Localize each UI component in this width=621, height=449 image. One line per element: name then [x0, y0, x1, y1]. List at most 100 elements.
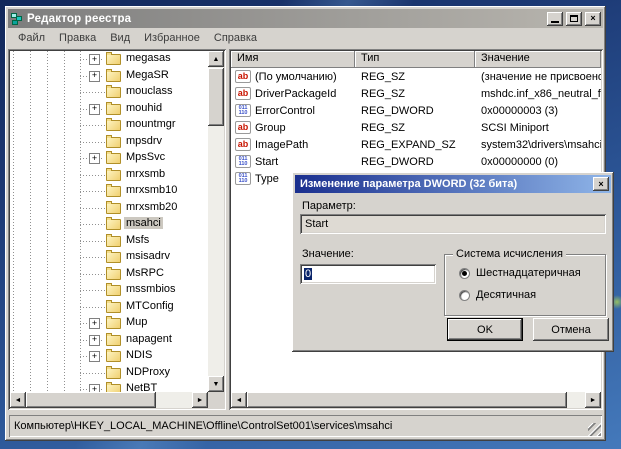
tree-item-label[interactable]: megasas	[124, 52, 173, 64]
tree-item-label[interactable]: msahci	[124, 217, 163, 229]
tree-item[interactable]: mrxsmb10	[10, 183, 208, 200]
tree-item-label[interactable]: mrxsmb10	[124, 184, 179, 196]
radio-unchecked-icon[interactable]	[459, 290, 470, 301]
menu-file[interactable]: Файл	[11, 31, 52, 45]
tree-vscroll-thumb[interactable]	[208, 68, 224, 126]
tree-item-label[interactable]: mssmbios	[124, 283, 178, 295]
scroll-left-icon[interactable]: ◄	[10, 392, 26, 408]
expand-plus-icon[interactable]	[89, 351, 100, 362]
cancel-button[interactable]: Отмена	[533, 318, 609, 341]
reg-dword-icon	[235, 172, 251, 185]
registry-value-row[interactable]: Start REG_DWORD 0x00000000 (0)	[231, 153, 601, 170]
tree-vertical-scrollbar[interactable]: ▲ ▼	[208, 51, 224, 392]
menu-favorites[interactable]: Избранное	[137, 31, 207, 45]
tree-item[interactable]: Msfs	[10, 233, 208, 250]
column-header-value[interactable]: Значение	[475, 51, 601, 68]
registry-value-row[interactable]: (По умолчанию) REG_SZ (значение не присв…	[231, 68, 601, 85]
tree-item-label[interactable]: NDIS	[124, 349, 154, 361]
scroll-left-icon[interactable]: ◄	[231, 392, 247, 408]
scroll-down-icon[interactable]: ▼	[208, 376, 224, 392]
registry-value-row[interactable]: DriverPackageId REG_SZ mshdc.inf_x86_neu…	[231, 85, 601, 102]
tree-item[interactable]: NDIS	[10, 348, 208, 365]
value-type: REG_DWORD	[355, 156, 475, 168]
tree-item-label[interactable]: Msfs	[124, 234, 151, 246]
list-horizontal-scrollbar[interactable]: ◄ ►	[231, 392, 601, 408]
expand-plus-icon[interactable]	[89, 104, 100, 115]
radio-checked-icon[interactable]	[459, 268, 470, 279]
menu-edit[interactable]: Правка	[52, 31, 103, 45]
tree-item[interactable]: MegaSR	[10, 68, 208, 85]
registry-value-row[interactable]: Group REG_SZ SCSI Miniport	[231, 119, 601, 136]
close-button[interactable]: ×	[585, 12, 601, 26]
minimize-icon	[551, 21, 559, 23]
tree-item[interactable]: mouhid	[10, 101, 208, 118]
tree-item[interactable]: MTConfig	[10, 299, 208, 316]
tree-item-label[interactable]: napagent	[124, 333, 174, 345]
scroll-right-icon[interactable]: ►	[585, 392, 601, 408]
column-header-type[interactable]: Тип	[355, 51, 475, 68]
tree-item[interactable]: NDProxy	[10, 365, 208, 382]
expand-plus-icon[interactable]	[89, 54, 100, 65]
tree-item[interactable]: megasas	[10, 51, 208, 68]
maximize-button[interactable]	[566, 12, 582, 26]
tree-item[interactable]: msahci	[10, 216, 208, 233]
tree-item-label[interactable]: mrxsmb20	[124, 201, 179, 213]
scrollbar-corner	[208, 392, 224, 408]
value-data: mshdc.inf_x86_neutral_fa	[475, 88, 601, 100]
tree-item-label[interactable]: mrxsmb	[124, 168, 167, 180]
scroll-right-icon[interactable]: ►	[192, 392, 208, 408]
radio-decimal[interactable]: Десятичная	[459, 289, 536, 301]
tree-item[interactable]: msisadrv	[10, 249, 208, 266]
tree-item[interactable]: mrxsmb	[10, 167, 208, 184]
expand-plus-icon[interactable]	[89, 71, 100, 82]
tree-item[interactable]: napagent	[10, 332, 208, 349]
dialog-close-button[interactable]: ×	[593, 177, 609, 191]
list-hscroll-thumb[interactable]	[247, 392, 567, 408]
tree-item[interactable]: MpsSvc	[10, 150, 208, 167]
registry-value-row[interactable]: ErrorControl REG_DWORD 0x00000003 (3)	[231, 102, 601, 119]
expand-plus-icon[interactable]	[89, 153, 100, 164]
tree-item[interactable]: Mup	[10, 315, 208, 332]
tree-item-label[interactable]: NDProxy	[124, 366, 172, 378]
ok-button[interactable]: OK	[447, 318, 523, 341]
tree-item-label[interactable]: MTConfig	[124, 300, 176, 312]
folder-icon	[106, 71, 121, 82]
param-label: Параметр:	[302, 200, 356, 212]
expand-plus-icon[interactable]	[89, 384, 100, 392]
window-titlebar[interactable]: Редактор реестра ×	[8, 9, 603, 28]
minimize-button[interactable]	[547, 12, 563, 26]
scroll-up-icon[interactable]: ▲	[208, 51, 224, 67]
resize-grip-icon[interactable]	[588, 423, 601, 436]
tree-item-label[interactable]: MsRPC	[124, 267, 166, 279]
tree-item[interactable]: mouclass	[10, 84, 208, 101]
tree-item-label[interactable]: Mup	[124, 316, 149, 328]
menu-view[interactable]: Вид	[103, 31, 137, 45]
tree-item[interactable]: mssmbios	[10, 282, 208, 299]
folder-icon	[106, 252, 121, 263]
tree-item[interactable]: mpsdrv	[10, 134, 208, 151]
tree-item-label[interactable]: mountmgr	[124, 118, 178, 130]
tree-item[interactable]: MsRPC	[10, 266, 208, 283]
registry-value-row[interactable]: ImagePath REG_EXPAND_SZ system32\drivers…	[231, 136, 601, 153]
tree-item[interactable]: mountmgr	[10, 117, 208, 134]
dialog-titlebar[interactable]: Изменение параметра DWORD (32 бита) ×	[295, 175, 611, 193]
tree-item-label[interactable]: NetBT	[124, 382, 159, 392]
column-header-name[interactable]: Имя	[231, 51, 355, 68]
expand-plus-icon[interactable]	[89, 335, 100, 346]
close-icon: ×	[590, 14, 595, 23]
menu-help[interactable]: Справка	[207, 31, 264, 45]
tree-horizontal-scrollbar[interactable]: ◄ ►	[10, 392, 208, 408]
tree-item-label[interactable]: msisadrv	[124, 250, 172, 262]
tree-item-label[interactable]: MpsSvc	[124, 151, 167, 163]
radio-hexadecimal[interactable]: Шестнадцатеричная	[459, 267, 581, 279]
tree-item[interactable]: NetBT	[10, 381, 208, 392]
expand-plus-icon[interactable]	[89, 318, 100, 329]
tree-item[interactable]: mrxsmb20	[10, 200, 208, 217]
tree-item-label[interactable]: mpsdrv	[124, 135, 164, 147]
tree-item-label[interactable]: mouclass	[124, 85, 174, 97]
value-input[interactable]: 0	[300, 264, 436, 284]
tree-item-label[interactable]: mouhid	[124, 102, 164, 114]
tree-item-label[interactable]: MegaSR	[124, 69, 171, 81]
tree-hscroll-thumb[interactable]	[26, 392, 156, 408]
value-data: SCSI Miniport	[475, 122, 601, 134]
